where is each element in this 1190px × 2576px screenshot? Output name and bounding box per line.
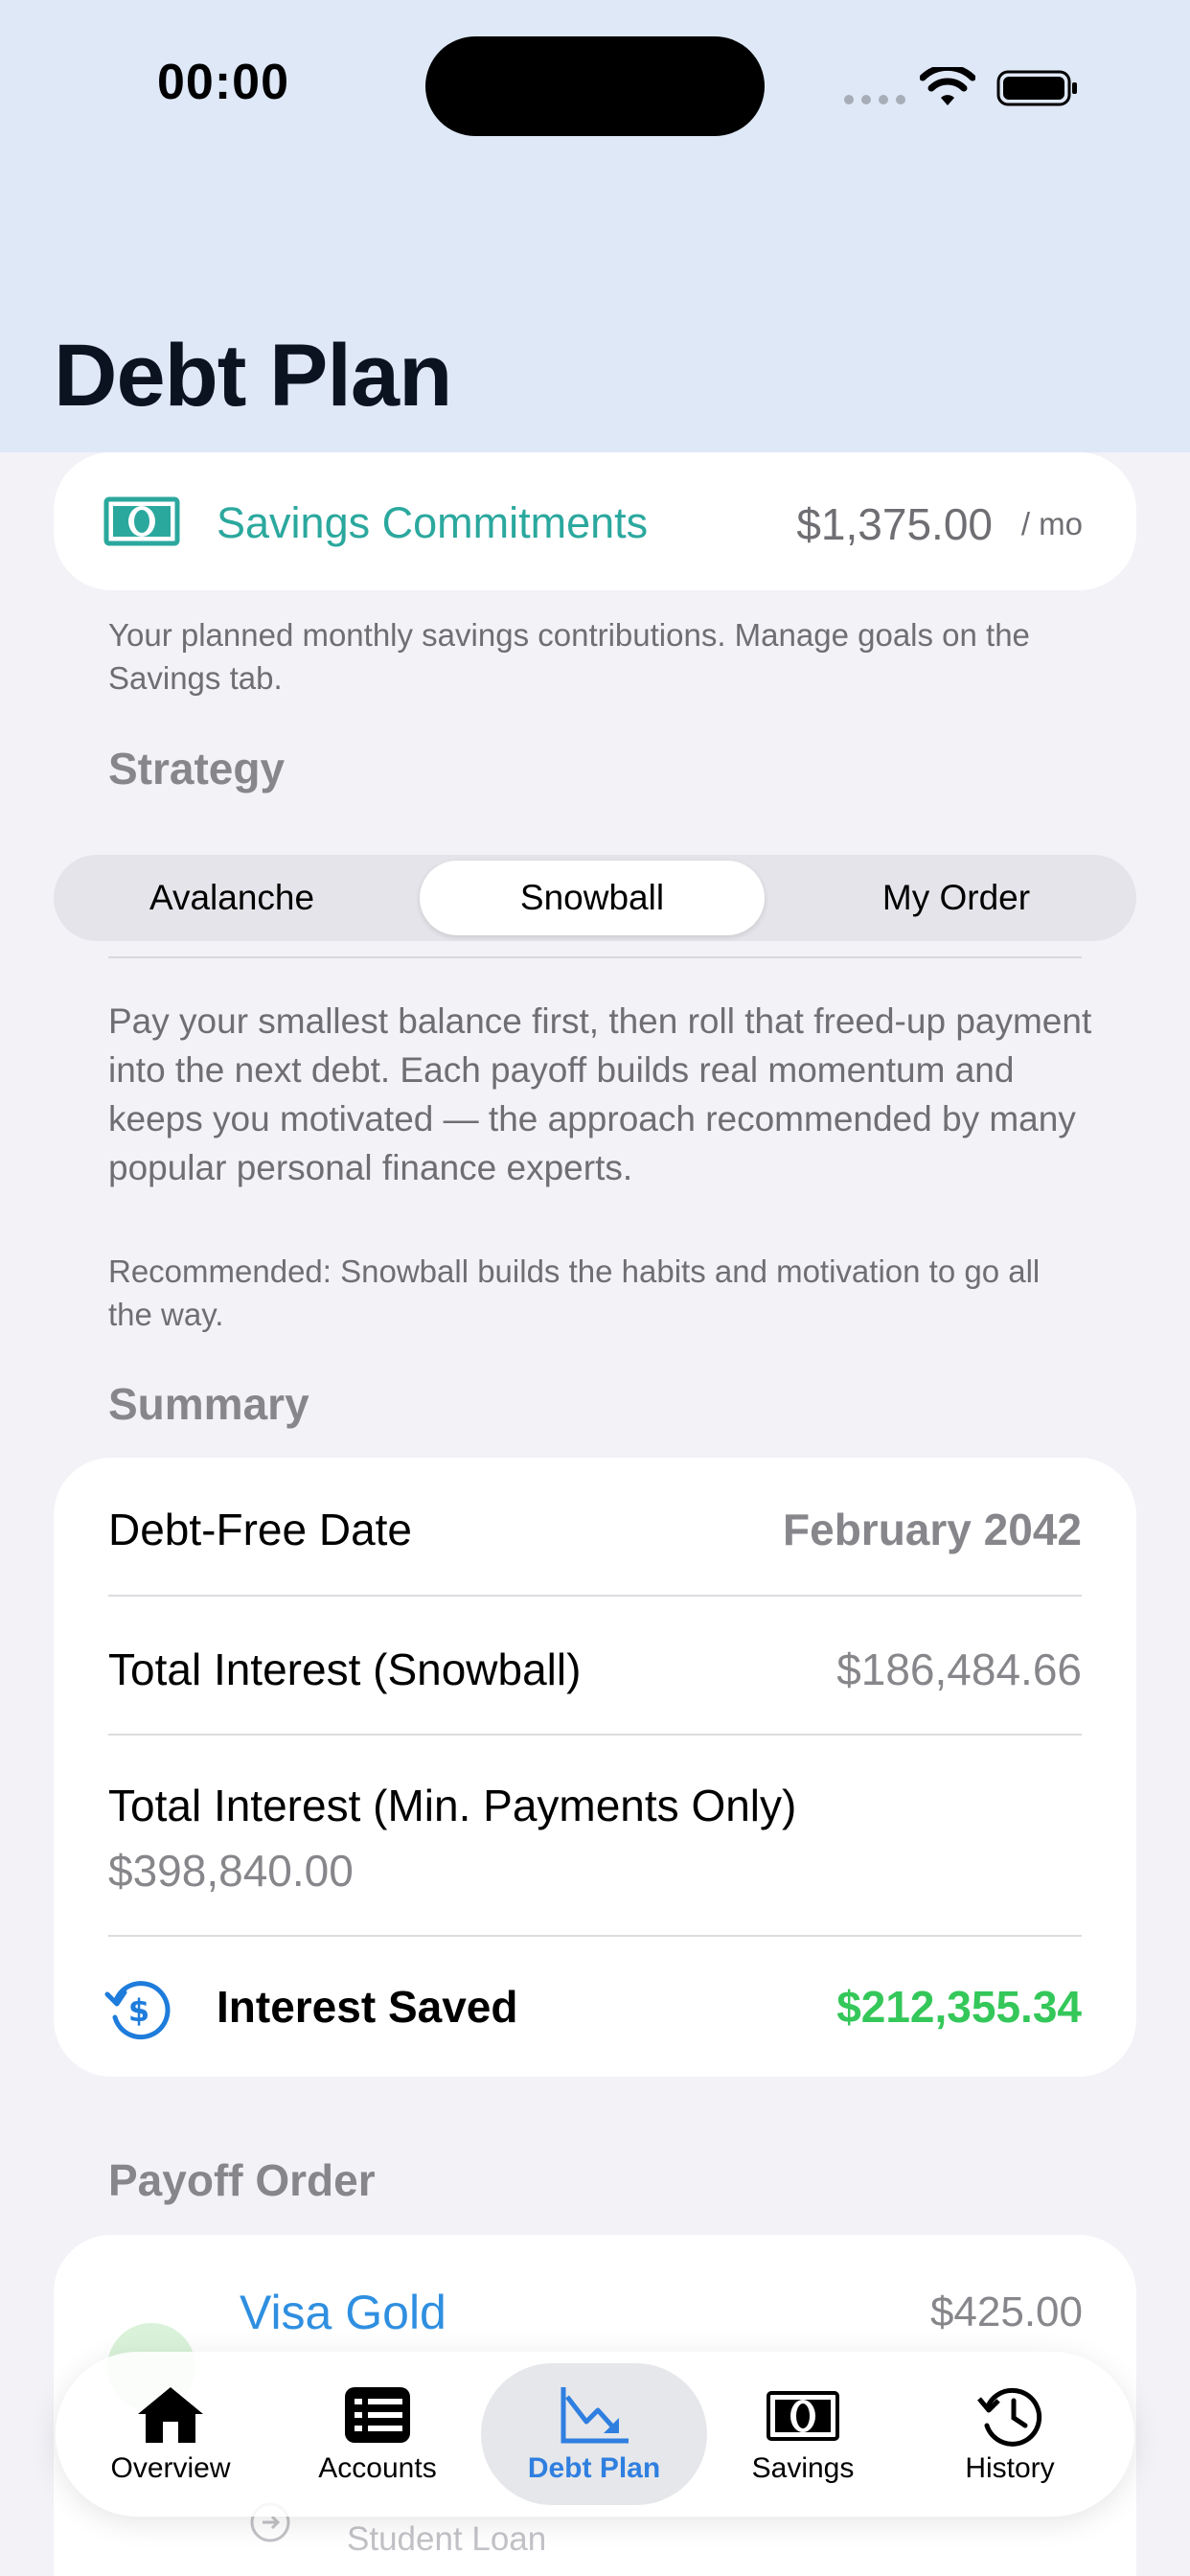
- total-interest-snowball-label: Total Interest (Snowball): [108, 1644, 582, 1694]
- list-icon: [345, 2387, 410, 2443]
- tab-savings[interactable]: Savings: [699, 2352, 906, 2517]
- debt-free-date-label: Debt-Free Date: [108, 1505, 413, 1554]
- debt-free-date-value: February 2042: [783, 1505, 1082, 1554]
- row-separator: [108, 1935, 1082, 1937]
- payoff-order-header: Payoff Order: [108, 2155, 376, 2205]
- savings-commitments-row[interactable]: Savings Commitments $1,375.00 / mo: [54, 452, 1136, 590]
- page-title: Debt Plan: [54, 327, 452, 425]
- tab-label: Accounts: [318, 2452, 437, 2484]
- savings-commitments-label: Savings Commitments: [217, 498, 649, 547]
- strategy-recommendation: Recommended: Snowball builds the habits …: [108, 1254, 1041, 1332]
- segment-avalanche[interactable]: Avalanche: [59, 861, 404, 935]
- tab-label: Debt Plan: [527, 2452, 661, 2484]
- debt-name: Visa Gold: [240, 2286, 446, 2339]
- battery-icon: [996, 70, 1077, 106]
- row-separator: [108, 1734, 1082, 1736]
- tab-bar: Overview Accounts Debt Plan Savings Hist…: [56, 2352, 1134, 2517]
- summary-header: Summary: [108, 1379, 309, 1429]
- tab-overview[interactable]: Overview: [67, 2352, 274, 2517]
- clock-history-icon: [977, 2387, 1042, 2447]
- tab-accounts[interactable]: Accounts: [274, 2352, 481, 2517]
- total-interest-snowball-value: $186,484.66: [836, 1644, 1082, 1694]
- strategy-description: Pay your smallest balance first, then ro…: [108, 1001, 1092, 1187]
- next-debt-name: Student Loan: [347, 2520, 547, 2558]
- svg-text:$: $: [128, 1992, 149, 2029]
- interest-saved-label: Interest Saved: [217, 1982, 518, 2032]
- segment-snowball[interactable]: Snowball: [420, 861, 765, 935]
- tab-label: History: [965, 2452, 1055, 2484]
- interest-saved-value: $212,355.34: [836, 1982, 1082, 2032]
- summary-card: Debt-Free Date February 2042 Total Inter…: [54, 1458, 1136, 2077]
- strategy-header: Strategy: [108, 744, 286, 794]
- total-interest-min-value: $398,840.00: [108, 1846, 354, 1896]
- total-interest-min-label: Total Interest (Min. Payments Only): [108, 1781, 797, 1830]
- row-separator: [108, 1595, 1082, 1597]
- wifi-icon: [920, 67, 975, 105]
- dynamic-island: [425, 36, 765, 136]
- tab-label: Savings: [751, 2452, 855, 2484]
- navigation-header: 00:00 Debt Plan: [0, 0, 1190, 452]
- dollar-refresh-icon: $: [104, 1981, 171, 2040]
- strategy-segmented-control: Avalanche Snowball My Order: [54, 855, 1136, 941]
- status-time: 00:00: [157, 55, 289, 110]
- savings-commitments-amount: $1,375.00: [796, 499, 993, 549]
- segment-my-order[interactable]: My Order: [784, 861, 1129, 935]
- savings-footnote: Your planned monthly savings contributio…: [108, 617, 1030, 696]
- debt-amount: $425.00: [929, 2288, 1083, 2335]
- tab-history[interactable]: History: [906, 2352, 1113, 2517]
- tab-debt-plan[interactable]: Debt Plan: [481, 2363, 707, 2505]
- cellular-signal-icon: [844, 95, 905, 104]
- divider: [108, 956, 1082, 958]
- banknote-icon: [103, 496, 180, 546]
- banknote-icon: [767, 2391, 839, 2441]
- chart-down-icon: [561, 2387, 629, 2444]
- per-month-label: / mo: [1020, 506, 1083, 541]
- tab-label: Overview: [110, 2452, 231, 2484]
- house-icon: [138, 2387, 203, 2443]
